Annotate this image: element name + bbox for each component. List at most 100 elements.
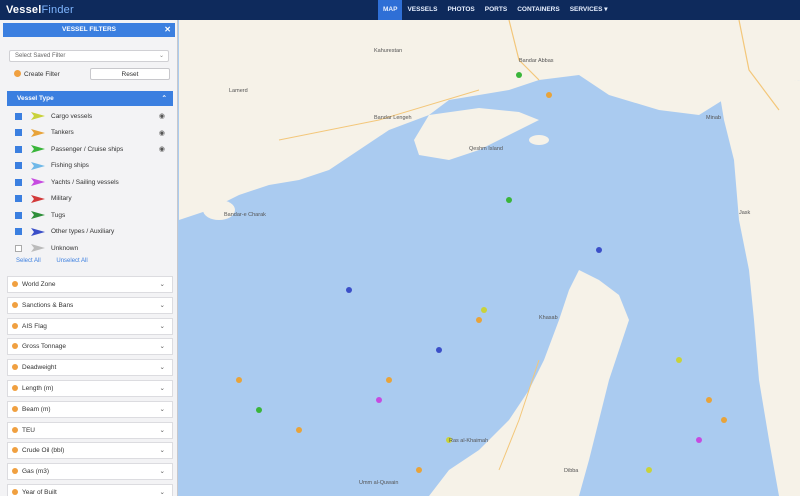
vessel-type-checkbox[interactable] bbox=[15, 244, 22, 252]
top-bar: VesselFinder MAP VESSELS PHOTOS PORTS CO… bbox=[0, 0, 800, 20]
vessel-type-row[interactable]: Unknown bbox=[7, 240, 173, 257]
section-dot-icon bbox=[12, 426, 18, 433]
vessel-marker bbox=[416, 467, 422, 473]
section-dot-icon bbox=[12, 488, 18, 495]
filter-section[interactable]: Gross Tonnage ⌄ bbox=[7, 338, 173, 356]
filter-section[interactable]: AIS Flag ⌄ bbox=[7, 317, 173, 335]
chevron-down-icon: ⌄ bbox=[159, 426, 165, 434]
filter-section[interactable]: Crude Oil (bbl) ⌄ bbox=[7, 442, 173, 460]
vessel-type-row[interactable]: Fishing ships bbox=[7, 158, 173, 175]
eye-icon[interactable]: ◉ bbox=[159, 112, 165, 120]
vessel-type-row[interactable]: Tankers ◉ bbox=[7, 125, 173, 142]
nav-containers[interactable]: CONTAINERS bbox=[512, 0, 565, 20]
filter-section-label: Gas (m3) bbox=[22, 468, 50, 476]
vessel-type-checkbox[interactable] bbox=[15, 211, 22, 219]
filter-section-label: Length (m) bbox=[22, 384, 54, 392]
filter-section[interactable]: Deadweight ⌄ bbox=[7, 359, 173, 377]
chevron-down-icon: ⌄ bbox=[159, 384, 165, 392]
vessel-marker bbox=[596, 247, 602, 253]
vessel-flag-icon bbox=[31, 194, 45, 203]
section-dot-icon bbox=[12, 447, 18, 454]
create-filter-link[interactable]: Create Filter bbox=[14, 70, 60, 78]
vessel-type-checkbox[interactable] bbox=[15, 129, 22, 137]
vessel-flag-icon bbox=[31, 244, 45, 253]
nav-services[interactable]: SERVICES ▾ bbox=[565, 0, 613, 20]
chevron-down-icon: ⌄ bbox=[159, 364, 165, 372]
vessel-type-label: Yachts / Sailing vessels bbox=[51, 178, 119, 186]
vessel-type-label: Cargo vessels bbox=[51, 112, 93, 120]
panel-title: VESSEL FILTERS bbox=[62, 26, 116, 33]
filter-section[interactable]: Length (m) ⌄ bbox=[7, 379, 173, 397]
vessel-marker bbox=[481, 307, 487, 313]
close-icon[interactable]: ✕ bbox=[164, 23, 171, 37]
chevron-down-icon: ⌄ bbox=[159, 301, 165, 309]
vessel-type-row[interactable]: Cargo vessels ◉ bbox=[7, 108, 173, 125]
vessel-marker bbox=[646, 467, 652, 473]
select-all-link[interactable]: Select All bbox=[16, 258, 41, 264]
section-dot-icon bbox=[12, 322, 18, 329]
vessel-type-checkbox[interactable] bbox=[15, 195, 22, 203]
island-2 bbox=[529, 135, 549, 145]
vessel-type-row[interactable]: Passenger / Cruise ships ◉ bbox=[7, 141, 173, 158]
vessel-type-checkbox[interactable] bbox=[15, 112, 22, 120]
filter-section-label: World Zone bbox=[22, 281, 56, 288]
filter-section[interactable]: World Zone ⌄ bbox=[7, 276, 173, 293]
vessel-type-row[interactable]: Yachts / Sailing vessels bbox=[7, 174, 173, 191]
vessel-marker bbox=[346, 287, 352, 293]
filter-section[interactable]: Year of Built ⌄ bbox=[7, 483, 173, 496]
map-label-jask: Jask bbox=[739, 210, 751, 216]
map-label-bandar-abbas: Bandar Abbas bbox=[519, 58, 554, 64]
vessel-type-row[interactable]: Military bbox=[7, 191, 173, 208]
map-label-bandar-lengeh: Bandar Lengeh bbox=[374, 115, 412, 121]
saved-filter-select[interactable]: Select Saved Filter ⌄ bbox=[9, 50, 169, 62]
reset-button[interactable]: Reset bbox=[90, 68, 170, 80]
vessel-type-checkbox[interactable] bbox=[15, 145, 22, 153]
vessel-marker bbox=[376, 397, 382, 403]
eye-icon[interactable]: ◉ bbox=[159, 145, 165, 153]
section-dot-icon bbox=[12, 343, 18, 350]
map-view[interactable]: Bandar Abbas Kahurestan Lamerd Bandar Le… bbox=[179, 20, 800, 496]
filter-section-label: Beam (m) bbox=[22, 405, 51, 413]
vessel-type-checkbox[interactable] bbox=[15, 228, 22, 236]
plus-circle-icon bbox=[14, 70, 21, 77]
chevron-down-icon: ⌄ bbox=[159, 488, 165, 496]
section-dot-icon bbox=[12, 281, 18, 287]
map-label-kahurestan: Kahurestan bbox=[374, 48, 403, 54]
chevron-down-icon: ⌄ bbox=[159, 447, 165, 455]
vessel-type-row[interactable]: Other types / Auxiliary bbox=[7, 224, 173, 241]
vessel-type-header[interactable]: Vessel Type ⌃ bbox=[7, 91, 173, 106]
filter-section-label: TEU bbox=[22, 426, 35, 434]
vessel-marker bbox=[506, 197, 512, 203]
select-links: Select All Unselect All bbox=[16, 258, 102, 264]
filter-section[interactable]: Gas (m3) ⌄ bbox=[7, 463, 173, 481]
filter-section-label: Year of Built bbox=[22, 488, 57, 496]
nav-map[interactable]: MAP bbox=[378, 0, 403, 20]
nav-ports[interactable]: PORTS bbox=[480, 0, 512, 20]
vessel-marker bbox=[476, 317, 482, 323]
chevron-down-icon: ⌄ bbox=[159, 322, 165, 330]
unselect-all-link[interactable]: Unselect All bbox=[56, 258, 87, 264]
vessel-marker bbox=[386, 377, 392, 383]
vessel-marker bbox=[696, 437, 702, 443]
vessel-type-checkbox[interactable] bbox=[15, 178, 22, 186]
vessel-type-label: Tankers bbox=[51, 129, 74, 137]
section-dot-icon bbox=[12, 301, 18, 308]
filter-section[interactable]: Sanctions & Bans ⌄ bbox=[7, 296, 173, 314]
vessel-marker bbox=[236, 377, 242, 383]
vessel-marker bbox=[706, 397, 712, 403]
vessel-marker bbox=[721, 417, 727, 423]
eye-icon[interactable]: ◉ bbox=[159, 129, 165, 137]
vessel-type-label: Vessel Type bbox=[17, 95, 54, 102]
chevron-down-icon: ⌄ bbox=[159, 468, 165, 476]
map-label-umm-al-quwain: Umm al-Quwain bbox=[359, 480, 399, 486]
vessel-type-row[interactable]: Tugs bbox=[7, 207, 173, 224]
logo[interactable]: VesselFinder bbox=[6, 4, 74, 16]
map-canvas[interactable] bbox=[179, 20, 800, 496]
vessel-type-label: Passenger / Cruise ships bbox=[51, 145, 124, 153]
vessel-type-checkbox[interactable] bbox=[15, 162, 22, 170]
nav-vessels[interactable]: VESSELS bbox=[402, 0, 442, 20]
filter-section[interactable]: Beam (m) ⌄ bbox=[7, 400, 173, 418]
filter-section[interactable]: TEU ⌄ bbox=[7, 421, 173, 439]
nav-photos[interactable]: PHOTOS bbox=[442, 0, 479, 20]
map-label-minab: Minab bbox=[706, 115, 721, 121]
